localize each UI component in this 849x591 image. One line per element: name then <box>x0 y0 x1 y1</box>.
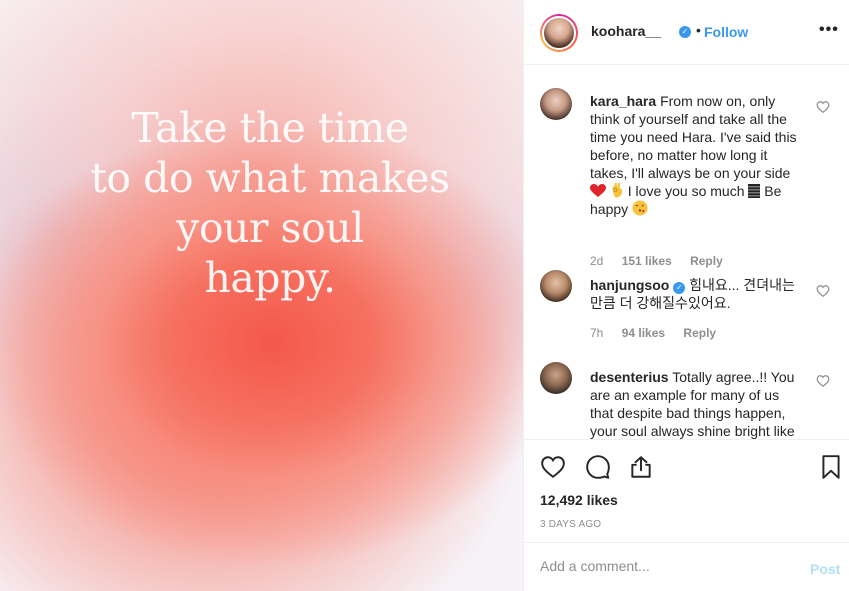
comment-text: desenterius Totally agree..!! You are an… <box>590 368 804 439</box>
post-side-panel: koohara__ ✓ • Follow ••• kara_hara From … <box>523 0 849 591</box>
comment-meta: 2d 151 likes Reply <box>590 254 738 268</box>
post-image[interactable]: Take the time to do what makes your soul… <box>0 0 523 591</box>
post-comment-button[interactable]: Post <box>810 561 840 577</box>
comments-list[interactable]: kara_hara From now on, only think of you… <box>524 66 849 439</box>
comment-age[interactable]: 2d <box>590 254 603 268</box>
quote-line: Take the time <box>131 104 409 152</box>
verified-badge-icon: ✓ <box>673 282 686 294</box>
share-icon[interactable] <box>628 454 654 480</box>
quote-line: happy. <box>204 254 336 302</box>
kissing-face-emoji-icon <box>632 200 648 216</box>
comment-username[interactable]: kara_hara <box>590 93 656 109</box>
comment-body-continued: I love you so much <box>627 183 745 199</box>
quote-text: Take the time to do what makes your soul… <box>0 103 523 303</box>
heart-icon[interactable] <box>816 284 830 298</box>
comment-text: kara_hara From now on, only think of you… <box>590 92 804 218</box>
red-heart-emoji-icon <box>590 184 606 197</box>
post-timestamp[interactable]: 3 DAYS AGO <box>540 519 601 530</box>
comment-age[interactable]: 7h <box>590 326 603 340</box>
bookmark-icon[interactable] <box>818 454 844 480</box>
follow-button[interactable]: Follow <box>704 24 748 40</box>
story-ring[interactable] <box>540 14 578 52</box>
author-username[interactable]: koohara__ <box>591 23 661 39</box>
comment-likes[interactable]: 94 likes <box>622 326 665 340</box>
heart-icon[interactable] <box>540 454 566 480</box>
separator-dot: • <box>696 22 701 38</box>
avatar[interactable] <box>542 16 576 50</box>
add-comment-bar: Post <box>524 542 849 591</box>
more-options-icon[interactable]: ••• <box>819 21 839 39</box>
avatar[interactable] <box>540 362 572 394</box>
verified-badge-icon: ✓ <box>679 26 691 38</box>
ok-hand-emoji-icon <box>612 182 623 198</box>
comment-likes[interactable]: 151 likes <box>622 254 672 268</box>
comment-input[interactable] <box>540 558 790 574</box>
reply-button[interactable]: Reply <box>683 326 716 340</box>
avatar[interactable] <box>540 270 572 302</box>
post-actions: 12,492 likes 3 DAYS AGO <box>524 439 849 542</box>
comment-meta: 7h 94 likes Reply <box>590 326 731 340</box>
striped-flag-emoji-icon <box>748 184 761 198</box>
comment-text: hanjungsoo ✓ 힘내요... 견뎌내는만큼 더 강해질수있어요. <box>590 276 804 312</box>
comment-icon[interactable] <box>585 454 611 480</box>
reply-button[interactable]: Reply <box>690 254 723 268</box>
post-header: koohara__ ✓ • Follow ••• <box>524 0 849 65</box>
comment-username[interactable]: hanjungsoo <box>590 277 669 293</box>
avatar[interactable] <box>540 88 572 120</box>
likes-count[interactable]: 12,492 likes <box>540 492 618 508</box>
comment-username[interactable]: desenterius <box>590 369 669 385</box>
quote-line: to do what makes <box>90 154 450 202</box>
heart-icon[interactable] <box>816 100 830 114</box>
quote-line: your soul <box>176 204 364 252</box>
heart-icon[interactable] <box>816 374 830 388</box>
